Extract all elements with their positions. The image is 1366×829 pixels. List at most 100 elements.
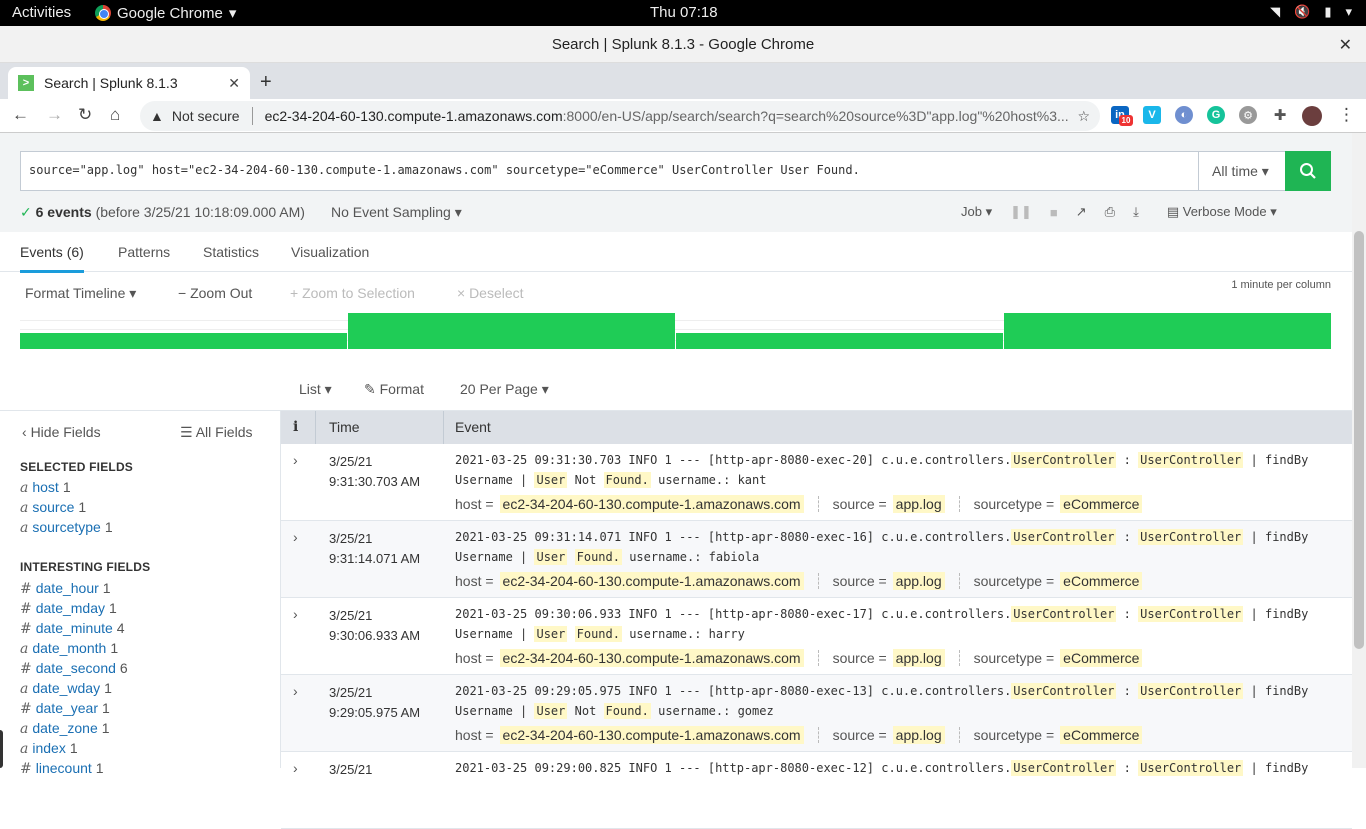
highlight-term[interactable]: UserController [1138,760,1244,776]
browser-tab[interactable]: > Search | Splunk 8.1.3 ✕ [8,67,250,99]
hide-fields-button[interactable]: ‹ Hide Fields [22,424,101,440]
extension-icon[interactable]: ◐ [1175,106,1193,124]
sourcetype-value[interactable]: eCommerce [1060,649,1143,667]
stop-icon[interactable]: ■ [1050,205,1058,220]
source-value[interactable]: app.log [892,572,945,590]
source-value[interactable]: app.log [892,726,945,744]
field-item[interactable]: # linecount 1 [20,760,104,777]
bookmark-star-icon[interactable]: ☆ [1077,108,1090,125]
close-tab-icon[interactable]: ✕ [228,75,240,92]
close-window-icon[interactable]: ✕ [1339,35,1352,55]
back-icon[interactable]: ← [12,105,29,125]
highlight-term[interactable]: UserController [1138,606,1244,622]
omnibox[interactable]: ▲ Not secure ec2-34-204-60-130.compute-1… [140,101,1100,131]
export-icon[interactable]: ⤓ [1133,204,1139,220]
tab-patterns[interactable]: Patterns [118,244,170,260]
field-item[interactable]: # date_hour 1 [20,580,111,597]
print-icon[interactable]: ⎙ [1105,204,1115,220]
highlight-term[interactable]: User [534,626,568,642]
grammarly-extension-icon[interactable]: G [1207,106,1225,124]
tab-visualization[interactable]: Visualization [291,244,369,260]
field-item[interactable]: # date_year 1 [20,700,110,717]
zoom-to-selection-button[interactable]: + Zoom to Selection [290,285,415,301]
format-button[interactable]: ✎ Format [364,381,424,398]
field-item[interactable]: a host 1 [20,479,71,496]
system-tray[interactable]: ◥ 🔇 ▮ ▾ [1270,4,1352,20]
timeline-bar[interactable] [676,333,1003,349]
profile-avatar[interactable] [1302,106,1322,126]
field-item[interactable]: a index 1 [20,740,78,757]
host-value[interactable]: ec2-34-204-60-130.compute-1.amazonaws.co… [499,572,804,590]
sourcetype-value[interactable]: eCommerce [1060,495,1143,513]
highlight-term[interactable]: User [534,472,568,488]
field-item[interactable]: # date_second 6 [20,660,128,677]
time-column-header[interactable]: Time [329,419,360,435]
all-fields-button[interactable]: ☰ All Fields [180,424,252,441]
expand-chevron-icon[interactable]: › [293,606,298,622]
highlight-term[interactable]: Found. [603,472,651,488]
pause-icon[interactable]: ❚❚ [1010,204,1032,220]
share-icon[interactable]: ↗ [1076,204,1087,220]
highlight-term[interactable]: UserController [1011,760,1117,776]
event-sampling-dropdown[interactable]: No Event Sampling ▾ [331,204,462,221]
tab-statistics[interactable]: Statistics [203,244,259,260]
field-item[interactable]: # date_minute 4 [20,620,125,637]
field-item[interactable]: a source 1 [20,499,86,516]
timeline-bar[interactable] [1004,313,1331,349]
field-item[interactable]: a date_month 1 [20,640,118,657]
expand-chevron-icon[interactable]: › [293,760,298,776]
time-range-picker[interactable]: All time ▾ [1198,151,1286,191]
clock[interactable]: Thu 07:18 [650,4,718,21]
highlight-term[interactable]: User [534,549,568,565]
highlight-term[interactable]: UserController [1011,606,1117,622]
host-value[interactable]: ec2-34-204-60-130.compute-1.amazonaws.co… [499,726,804,744]
field-item[interactable]: a date_zone 1 [20,720,110,737]
highlight-term[interactable]: UserController [1011,452,1117,468]
timeline-bar[interactable] [20,333,347,349]
search-button[interactable] [1285,151,1331,191]
expand-chevron-icon[interactable]: › [293,683,298,699]
field-item[interactable]: a date_wday 1 [20,680,112,697]
expand-chevron-icon[interactable]: › [293,452,298,468]
highlight-term[interactable]: UserController [1011,529,1117,545]
highlight-term[interactable]: Found. [603,703,651,719]
scrollbar-thumb[interactable] [1354,231,1364,649]
reload-icon[interactable]: ↻ [78,105,92,125]
host-value[interactable]: ec2-34-204-60-130.compute-1.amazonaws.co… [499,649,804,667]
highlight-term[interactable]: Found. [574,626,622,642]
format-timeline-dropdown[interactable]: Format Timeline ▾ [25,285,136,302]
sourcetype-value[interactable]: eCommerce [1060,726,1143,744]
field-item[interactable]: a sourcetype 1 [20,519,113,536]
browser-menu-icon[interactable]: ⋮ [1338,105,1355,125]
sourcetype-value[interactable]: eCommerce [1060,572,1143,590]
highlight-term[interactable]: UserController [1138,683,1244,699]
forward-icon[interactable]: → [46,105,63,125]
vimeo-extension-icon[interactable]: V [1143,106,1161,124]
timeline-chart[interactable] [20,312,1331,350]
highlight-term[interactable]: UserController [1138,529,1244,545]
host-value[interactable]: ec2-34-204-60-130.compute-1.amazonaws.co… [499,495,804,513]
job-menu[interactable]: Job ▾ [961,204,992,220]
list-view-dropdown[interactable]: List ▾ [299,381,332,398]
highlight-term[interactable]: UserController [1138,452,1244,468]
extension-icon[interactable]: ⚙ [1239,106,1257,124]
zoom-out-button[interactable]: − Zoom Out [178,285,252,301]
source-value[interactable]: app.log [892,649,945,667]
expand-chevron-icon[interactable]: › [293,529,298,545]
activities-button[interactable]: Activities [12,4,71,21]
search-mode-dropdown[interactable]: ▤ Verbose Mode ▾ [1167,204,1277,220]
page-scrollbar[interactable] [1352,133,1366,768]
highlight-term[interactable]: UserController [1011,683,1117,699]
deselect-button[interactable]: × Deselect [457,285,524,301]
tab-events[interactable]: Events (6) [20,244,84,273]
source-value[interactable]: app.log [892,495,945,513]
url-text[interactable]: ec2-34-204-60-130.compute-1.amazonaws.co… [265,108,1069,124]
puzzle-extensions-icon[interactable]: ✚ [1271,106,1289,124]
search-input[interactable]: source="app.log" host="ec2-34-204-60-130… [20,151,1199,191]
highlight-term[interactable]: User [534,703,568,719]
new-tab-icon[interactable]: + [260,71,272,94]
per-page-dropdown[interactable]: 20 Per Page ▾ [460,381,549,398]
field-item[interactable]: # date_mday 1 [20,600,117,617]
highlight-term[interactable]: Found. [574,549,622,565]
timeline-bar[interactable] [348,313,675,349]
